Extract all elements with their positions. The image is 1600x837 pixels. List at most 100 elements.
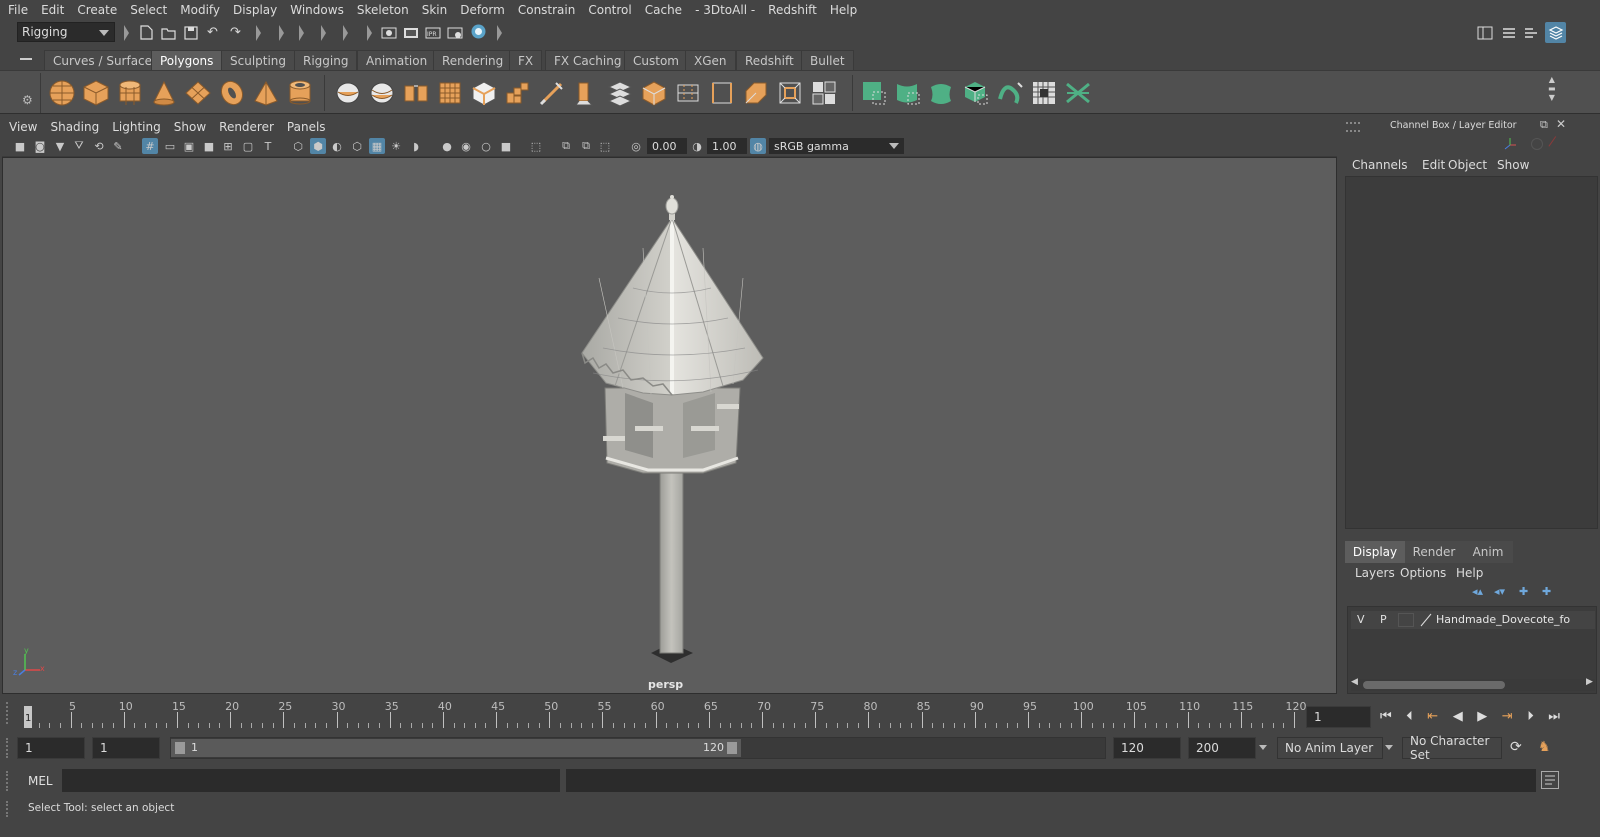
- range-slider-track[interactable]: 1 120: [170, 737, 1106, 759]
- poly-pyramid-icon[interactable]: [252, 79, 280, 107]
- anti-aliasing-icon[interactable]: ○: [478, 138, 494, 154]
- redo-icon[interactable]: ↷: [227, 24, 244, 41]
- color-management-icon[interactable]: ◍: [750, 138, 766, 154]
- helpline-grip[interactable]: [6, 801, 12, 817]
- tab-rigging[interactable]: Rigging: [294, 50, 358, 70]
- collapse-arrow-icon[interactable]: [256, 25, 261, 41]
- panel-grip-icon[interactable]: [1346, 122, 1360, 132]
- range-start-grip[interactable]: [175, 742, 185, 754]
- collapse-arrow-icon[interactable]: [124, 25, 129, 41]
- poly-cone-icon[interactable]: [150, 79, 178, 107]
- tab-bullet[interactable]: Bullet: [801, 50, 854, 70]
- grid-icon[interactable]: #: [142, 138, 158, 154]
- attribute-editor-toggle-icon[interactable]: [1522, 24, 1539, 41]
- tab-animation[interactable]: Animation: [357, 50, 437, 70]
- layer-visibility-toggle[interactable]: V: [1357, 613, 1365, 626]
- menu-deform[interactable]: Deform: [460, 3, 505, 17]
- menu-skeleton[interactable]: Skeleton: [357, 3, 409, 17]
- layers-menu-layers[interactable]: Layers: [1355, 566, 1395, 580]
- gate-mask-icon[interactable]: ■: [201, 138, 217, 154]
- layer-color-swatch[interactable]: [1398, 613, 1414, 627]
- poly-pipe-icon[interactable]: [286, 79, 314, 107]
- current-frame-field[interactable]: 1: [1306, 706, 1371, 728]
- go-to-start-icon[interactable]: ⏮: [1380, 709, 1392, 724]
- move-layer-down-icon[interactable]: ◂▾: [1494, 585, 1505, 598]
- new-layer-icon[interactable]: ✚: [1519, 585, 1528, 598]
- timeslider-grip[interactable]: [6, 702, 12, 724]
- character-set-dropdown[interactable]: No Character Set: [1402, 734, 1502, 762]
- menu-modify[interactable]: Modify: [180, 3, 220, 17]
- play-backwards-icon[interactable]: ◀: [1453, 709, 1463, 724]
- bevel-icon[interactable]: [470, 79, 498, 107]
- render-settings-icon[interactable]: [446, 24, 463, 41]
- safe-title-icon[interactable]: T: [260, 138, 276, 154]
- slash-icon[interactable]: [1548, 136, 1564, 152]
- new-layer-selected-icon[interactable]: ✚: [1542, 585, 1551, 598]
- collapse-arrow-icon[interactable]: [497, 25, 502, 41]
- axis-orient-icon[interactable]: [1502, 135, 1518, 151]
- sew-icon[interactable]: [1064, 79, 1092, 107]
- step-forward-frame-icon[interactable]: ⏵: [1527, 709, 1534, 724]
- cylindrical-map-icon[interactable]: [894, 79, 922, 107]
- tab-custom[interactable]: Custom: [624, 50, 688, 70]
- viewport-menu-panels[interactable]: Panels: [287, 120, 326, 134]
- poly-cube-icon[interactable]: [82, 79, 110, 107]
- go-to-end-icon[interactable]: ⏭: [1548, 709, 1560, 724]
- layers-menu-options[interactable]: Options: [1400, 566, 1446, 580]
- textured-icon[interactable]: ▦: [369, 138, 385, 154]
- spherical-map-icon[interactable]: [928, 79, 956, 107]
- viewport-menu-show[interactable]: Show: [174, 120, 206, 134]
- chevron-down-icon[interactable]: [1259, 745, 1267, 750]
- layers-menu-help[interactable]: Help: [1456, 566, 1483, 580]
- scrollbar-thumb[interactable]: [1363, 681, 1505, 689]
- planar-map-icon[interactable]: [860, 79, 888, 107]
- close-icon[interactable]: ✕: [1556, 117, 1566, 131]
- collapse-arrow-icon[interactable]: [321, 25, 326, 41]
- time-slider[interactable]: 5 10 15 20 25 30 35 40 45 50 55 60 65 70 75 80 85 90 95 100…: [24, 700, 1307, 728]
- smooth-icon[interactable]: [436, 79, 464, 107]
- render-view-icon[interactable]: [380, 24, 397, 41]
- use-all-lights-icon[interactable]: ☀: [388, 138, 404, 154]
- menuset-dropdown[interactable]: Rigging: [17, 22, 115, 42]
- shelf-scroll-arrows[interactable]: ▲ ▬ ▼: [1548, 75, 1556, 102]
- open-scene-icon[interactable]: [160, 24, 177, 41]
- collapse-arrow-icon[interactable]: [299, 25, 304, 41]
- tab-anim-layers[interactable]: Anim: [1463, 541, 1513, 563]
- isolate-select-icon[interactable]: ⬚: [528, 138, 544, 154]
- xray-joints-icon[interactable]: ⬚: [597, 138, 613, 154]
- shelf-menu-icon[interactable]: [20, 58, 32, 60]
- new-scene-icon[interactable]: [138, 24, 155, 41]
- step-back-key-icon[interactable]: ⇤: [1427, 709, 1438, 724]
- rangeslider-grip[interactable]: [6, 738, 12, 758]
- multi-cut-icon[interactable]: [538, 79, 566, 107]
- menu-3dtoall[interactable]: - 3DtoAll -: [695, 3, 755, 17]
- move-layer-up-icon[interactable]: ◂▴: [1472, 585, 1483, 598]
- menu-control[interactable]: Control: [588, 3, 631, 17]
- xray-active-components-icon[interactable]: ⧉: [578, 138, 594, 154]
- exposure-field[interactable]: 0.00: [647, 138, 687, 154]
- save-scene-icon[interactable]: [182, 24, 199, 41]
- channels-menu-channels[interactable]: Channels: [1352, 158, 1408, 172]
- image-plane-icon[interactable]: ⛛: [71, 138, 87, 154]
- anim-layer-dropdown[interactable]: No Anim Layer: [1277, 737, 1383, 759]
- smooth-shade-icon[interactable]: ⬢: [310, 138, 326, 154]
- range-slider-handle[interactable]: 1 120: [171, 739, 741, 757]
- extrude-icon[interactable]: [572, 79, 600, 107]
- wireframe-icon[interactable]: ⬡: [290, 138, 306, 154]
- menu-skin[interactable]: Skin: [422, 3, 448, 17]
- viewport-menu-lighting[interactable]: Lighting: [112, 120, 161, 134]
- step-back-frame-icon[interactable]: ⏴: [1406, 709, 1413, 724]
- viewport-menu-shading[interactable]: Shading: [50, 120, 99, 134]
- insert-edge-loop-icon[interactable]: [674, 79, 702, 107]
- field-chart-icon[interactable]: ⊞: [220, 138, 236, 154]
- undo-icon[interactable]: ↶: [204, 24, 221, 41]
- outliner-layout-icon[interactable]: [1500, 24, 1517, 41]
- color-space-dropdown[interactable]: sRGB gamma: [769, 138, 904, 154]
- tab-display-layers[interactable]: Display: [1345, 541, 1405, 563]
- layer-row[interactable]: V P Handmade_Dovecote_fo: [1351, 611, 1595, 629]
- animation-end-field[interactable]: 200: [1188, 737, 1256, 759]
- channels-menu-show[interactable]: Show: [1497, 158, 1529, 172]
- menu-select[interactable]: Select: [130, 3, 167, 17]
- camera-icon[interactable]: ■: [12, 138, 28, 154]
- channel-box-toggle-icon[interactable]: [1545, 22, 1566, 43]
